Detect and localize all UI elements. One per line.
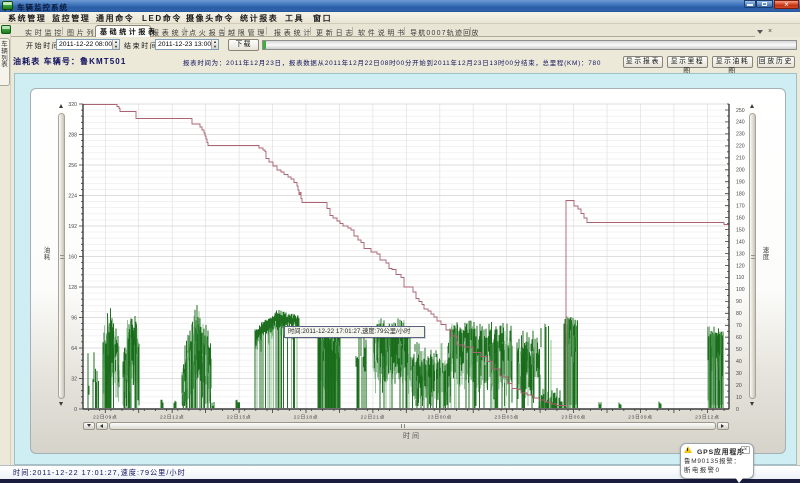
svg-text:160: 160 xyxy=(736,215,745,221)
svg-text:10: 10 xyxy=(736,395,742,401)
svg-text:224: 224 xyxy=(68,193,77,199)
svg-text:200: 200 xyxy=(736,168,745,174)
svg-text:30: 30 xyxy=(736,371,742,377)
svg-text:256: 256 xyxy=(68,163,77,169)
svg-text:70: 70 xyxy=(736,323,742,329)
svg-text:110: 110 xyxy=(736,275,744,281)
svg-text:23日12点: 23日12点 xyxy=(695,415,719,421)
svg-text:22日09点: 22日09点 xyxy=(93,415,117,421)
svg-text:23日03点: 23日03点 xyxy=(494,415,518,421)
svg-text:190: 190 xyxy=(736,180,745,186)
svg-text:100: 100 xyxy=(736,287,745,293)
svg-text:80: 80 xyxy=(736,311,742,317)
svg-text:23日00点: 23日00点 xyxy=(428,415,452,421)
svg-text:96: 96 xyxy=(71,315,77,321)
svg-text:40: 40 xyxy=(736,359,742,365)
svg-text:150: 150 xyxy=(736,227,745,233)
svg-text:288: 288 xyxy=(68,132,77,138)
svg-text:120: 120 xyxy=(736,263,745,269)
svg-text:20: 20 xyxy=(736,383,742,389)
svg-text:50: 50 xyxy=(736,347,742,353)
svg-text:22日12点: 22日12点 xyxy=(160,415,184,421)
svg-text:192: 192 xyxy=(68,224,77,230)
svg-text:32: 32 xyxy=(71,376,77,382)
svg-text:130: 130 xyxy=(736,251,745,257)
svg-text:23日06点: 23日06点 xyxy=(561,415,585,421)
svg-text:90: 90 xyxy=(736,299,742,305)
svg-text:22日15点: 22日15点 xyxy=(227,415,251,421)
svg-text:60: 60 xyxy=(736,335,742,341)
svg-text:210: 210 xyxy=(736,156,745,162)
svg-text:23日09点: 23日09点 xyxy=(628,415,652,421)
svg-text:240: 240 xyxy=(736,120,745,126)
svg-text:140: 140 xyxy=(736,239,745,245)
svg-text:180: 180 xyxy=(736,192,745,198)
svg-text:128: 128 xyxy=(68,285,77,291)
svg-text:22日18点: 22日18点 xyxy=(294,415,318,421)
svg-text:230: 230 xyxy=(736,132,745,138)
svg-text:0: 0 xyxy=(736,407,739,413)
svg-text:250: 250 xyxy=(736,108,745,114)
svg-text:220: 220 xyxy=(736,144,745,150)
svg-text:160: 160 xyxy=(68,254,77,260)
svg-text:320: 320 xyxy=(68,102,77,108)
svg-text:64: 64 xyxy=(71,346,77,352)
svg-text:170: 170 xyxy=(736,204,745,210)
svg-text:22日21点: 22日21点 xyxy=(361,415,385,421)
svg-text:0: 0 xyxy=(74,407,77,413)
